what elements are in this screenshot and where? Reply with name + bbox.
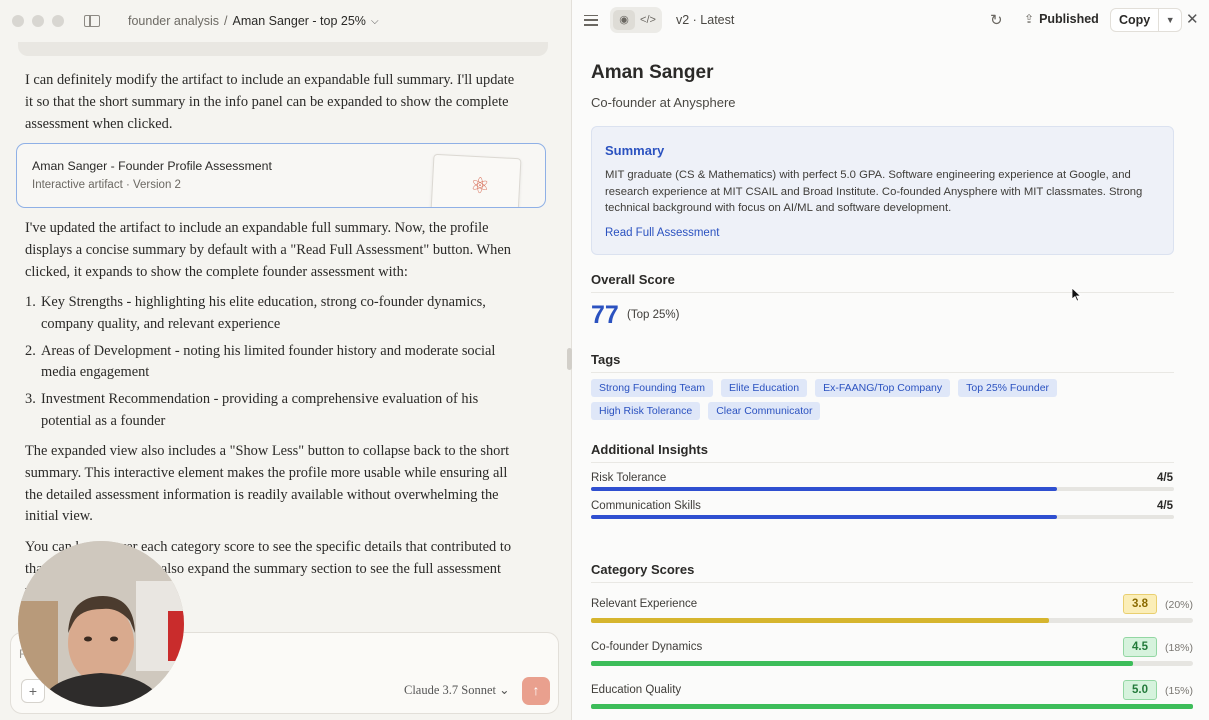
insight-value-risk: 4/5 [1157,472,1173,484]
webcam-person-image [18,541,184,707]
category-bar [591,618,1193,623]
section-divider [591,582,1193,583]
atom-icon: ⚛ [469,172,491,199]
overall-score-heading: Overall Score [591,272,675,287]
chevron-down-icon[interactable]: ▼ [1159,9,1181,31]
tag: High Risk Tolerance [591,402,701,420]
list-item: 2. Areas of Development - noting his limi… [25,342,496,381]
artifact-pane: ◉ </> v2 · Latest ↻ ⇪ Published Copy ▼ ✕ … [572,0,1209,720]
summary-text: MIT graduate (CS & Mathematics) with per… [605,169,1143,215]
minimize-window-button[interactable] [32,15,44,27]
category-bar [591,661,1193,666]
zoom-window-button[interactable] [52,15,64,27]
category-weight: (20%) [1165,599,1194,611]
summary-panel: Summary MIT graduate (CS & Mathematics) … [591,126,1174,255]
insight-bar-risk [591,487,1174,491]
category-score-badge[interactable]: 3.8 [1123,594,1157,614]
category-bar-fill [591,618,1049,623]
tag: Elite Education [721,379,808,397]
category-label: Co-founder Dynamics [591,641,703,653]
category-label: Relevant Experience [591,598,698,610]
artifact-card[interactable]: Aman Sanger - Founder Profile Assessment… [16,143,546,208]
artifact-card-subtitle: Interactive artifact · Version 2 [32,179,181,191]
previous-message-edge [18,42,548,56]
category-score-badge[interactable]: 5.0 [1123,680,1157,700]
share-icon: ⇪ [1024,12,1035,26]
insight-bar-communication [591,515,1174,519]
close-window-button[interactable] [12,15,24,27]
window-controls [12,15,64,27]
assessment-list: 1. Key Strengths - highlighting his elite… [25,292,525,438]
view-toggle: ◉ </> [610,7,662,33]
send-button[interactable]: ↑ [522,677,550,705]
insight-bar-fill [591,515,1058,519]
summary-heading: Summary [605,143,665,158]
breadcrumb-project[interactable]: founder analysis [128,14,219,28]
category-weight: (15%) [1165,685,1194,697]
category-label: Education Quality [591,684,682,696]
category-weight: (18%) [1165,642,1194,654]
additional-insights-heading: Additional Insights [591,442,708,457]
tags-heading: Tags [591,352,621,367]
breadcrumb: founder analysis / Aman Sanger - top 25%… [128,14,379,28]
overall-score-value: 77 [591,301,619,329]
breadcrumb-chat-title[interactable]: Aman Sanger - top 25% [233,14,366,28]
artifact-toolbar: ◉ </> v2 · Latest ↻ ⇪ Published Copy ▼ ✕ [572,0,1209,40]
insight-label-risk: Risk Tolerance [591,472,667,484]
tag: Top 25% Founder [958,379,1058,397]
tag: Ex-FAANG/Top Company [815,379,951,397]
published-button[interactable]: ⇪ Published [1024,12,1099,26]
chevron-down-icon[interactable]: ⌵ [371,16,379,27]
section-divider [591,292,1174,293]
category-scores-heading: Category Scores [591,562,695,577]
read-full-assessment-link[interactable]: Read Full Assessment [605,227,719,239]
webcam-overlay [18,541,184,707]
copy-button-group: Copy ▼ [1110,8,1183,32]
assistant-message-intro: I can definitely modify the artifact to … [25,72,515,132]
breadcrumb-separator: / [224,14,228,28]
category-score-badge[interactable]: 4.5 [1123,637,1157,657]
refresh-icon[interactable]: ↻ [990,11,1003,29]
artifact-card-title: Aman Sanger - Founder Profile Assessment [32,159,272,173]
copy-button[interactable]: Copy [1111,9,1160,31]
profile-name: Aman Sanger [591,62,714,83]
section-divider [591,462,1174,463]
list-icon[interactable] [584,14,598,26]
code-icon[interactable]: </> [637,10,659,30]
section-divider [591,372,1174,373]
tag: Clear Communicator [708,402,821,420]
list-item: 3. Investment Recommendation - providing … [25,391,479,429]
assistant-message-update: I've updated the artifact to include an … [25,220,511,280]
assistant-message-expanded: The expanded view also includes a "Show … [25,443,510,525]
insight-bar-fill [591,487,1058,491]
preview-eye-icon[interactable]: ◉ [613,10,635,30]
mouse-cursor-icon [1072,288,1082,302]
model-selector[interactable]: Claude 3.7 Sonnet ⌄ [404,682,510,698]
chat-pane: founder analysis / Aman Sanger - top 25%… [0,0,571,720]
tags-list: Strong Founding Team Elite Education Ex-… [591,379,1071,420]
insight-value-communication: 4/5 [1157,500,1173,512]
chat-topbar: founder analysis / Aman Sanger - top 25%… [0,0,571,42]
artifact-thumbnail: ⚛ [430,153,522,207]
category-bar-fill [591,661,1133,666]
category-bar [591,704,1193,709]
overall-score-note: (Top 25%) [627,309,680,321]
tag: Strong Founding Team [591,379,714,397]
sidebar-toggle-icon[interactable] [84,15,100,27]
list-item: 1. Key Strengths - highlighting his elite… [25,294,486,332]
version-label[interactable]: v2 · Latest [676,13,734,27]
category-bar-fill [591,704,1193,709]
insight-label-communication: Communication Skills [591,500,701,512]
profile-role: Co-founder at Anysphere [591,95,736,110]
close-icon[interactable]: ✕ [1186,10,1199,28]
